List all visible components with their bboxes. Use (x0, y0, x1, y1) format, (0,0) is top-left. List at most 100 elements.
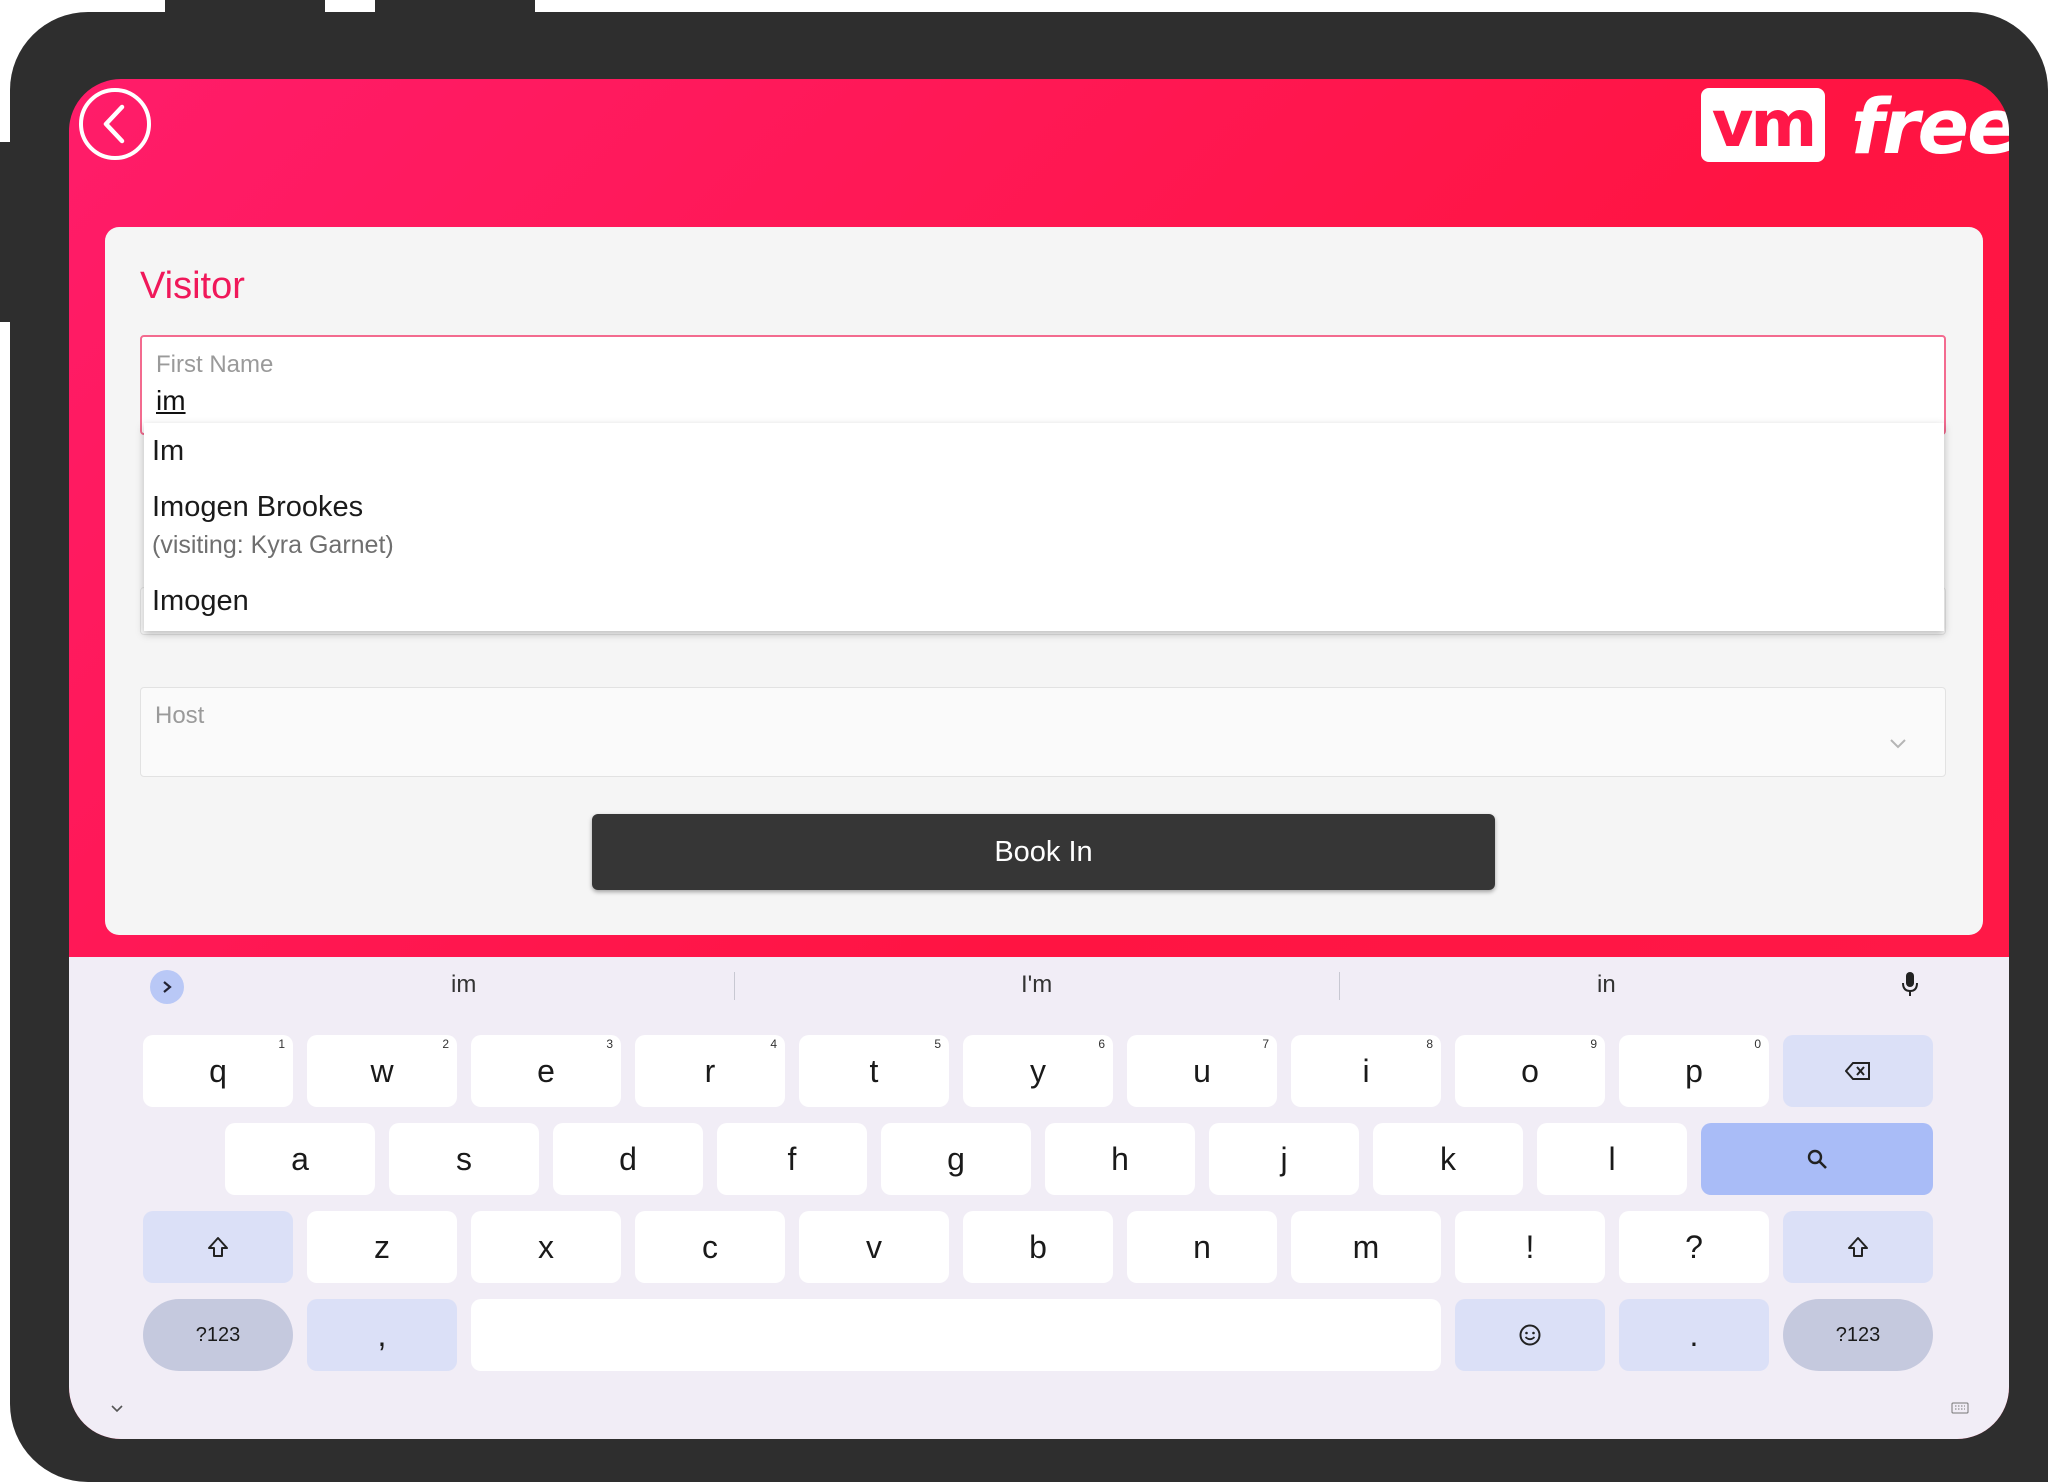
host-label: Host (155, 702, 205, 729)
key-label: p (1685, 1052, 1703, 1089)
key-label: g (947, 1140, 965, 1177)
comma-key[interactable]: , (307, 1299, 457, 1371)
backspace-icon (1845, 1062, 1870, 1080)
key-label: a (291, 1140, 309, 1177)
suggestion[interactable]: in (1597, 971, 1616, 999)
key[interactable]: i8 (1291, 1035, 1441, 1107)
key-label: b (1029, 1228, 1047, 1265)
book-in-button[interactable]: Book In (592, 814, 1495, 890)
app-screen: vm free Visitor First Name im Host Book … (69, 79, 2009, 1439)
key[interactable]: a (225, 1123, 375, 1195)
key-label: j (1280, 1140, 1288, 1177)
key[interactable]: z (307, 1211, 457, 1283)
key-label: r (704, 1052, 716, 1089)
key-number-hint: 8 (1426, 1037, 1433, 1051)
key-number-hint: 7 (1262, 1037, 1269, 1051)
key[interactable]: w2 (307, 1035, 457, 1107)
autocomplete-item[interactable]: Imogen Brookes (152, 491, 363, 524)
key-number-hint: 0 (1754, 1037, 1761, 1051)
key-number-hint: 5 (934, 1037, 941, 1051)
suggestion[interactable]: im (451, 971, 476, 999)
expand-toolbar-button[interactable] (150, 970, 184, 1004)
key[interactable]: f (717, 1123, 867, 1195)
period-key[interactable]: . (1619, 1299, 1769, 1371)
backspace-key[interactable] (1783, 1035, 1933, 1107)
back-button[interactable] (79, 88, 151, 160)
key[interactable]: n (1127, 1211, 1277, 1283)
autocomplete-item[interactable]: Im (152, 435, 184, 468)
key-label: z (374, 1228, 390, 1265)
key[interactable]: p0 (1619, 1035, 1769, 1107)
first-name-label: First Name (156, 351, 274, 378)
key[interactable]: u7 (1127, 1035, 1277, 1107)
key-number-hint: 4 (770, 1037, 777, 1051)
key[interactable]: l (1537, 1123, 1687, 1195)
key[interactable]: s (389, 1123, 539, 1195)
logo-badge: vm (1701, 88, 1825, 162)
key[interactable]: v (799, 1211, 949, 1283)
key-label: v (866, 1228, 882, 1265)
key[interactable]: t5 (799, 1035, 949, 1107)
keyboard-switch-icon[interactable] (1951, 1402, 1969, 1414)
search-key[interactable] (1701, 1123, 1933, 1195)
key-label: o (1521, 1052, 1539, 1089)
key[interactable]: b (963, 1211, 1113, 1283)
key[interactable]: e3 (471, 1035, 621, 1107)
vmfree-logo: vm free (1701, 82, 2009, 171)
key[interactable]: c (635, 1211, 785, 1283)
shift-key-left[interactable] (143, 1211, 293, 1283)
soft-keyboard: im I'm in q1w2e3r4t5y6u7i8o9p0 asdfghjkl (69, 957, 2009, 1439)
key[interactable]: ? (1619, 1211, 1769, 1283)
logo-word: free (1851, 82, 2009, 171)
key-label: s (456, 1140, 472, 1177)
key-label: i (1362, 1052, 1370, 1089)
key-label: c (702, 1228, 718, 1265)
host-field[interactable]: Host (140, 687, 1946, 777)
suggestion-divider (734, 972, 735, 1000)
first-name-value[interactable]: im (156, 385, 186, 417)
suggestion-divider (1339, 972, 1340, 1000)
hide-keyboard-icon[interactable] (109, 1404, 125, 1414)
key-label: l (1608, 1140, 1616, 1177)
autocomplete-item[interactable]: Imogen (152, 585, 249, 618)
key[interactable]: o9 (1455, 1035, 1605, 1107)
key[interactable]: g (881, 1123, 1031, 1195)
key-label: d (619, 1140, 637, 1177)
key-number-hint: 6 (1098, 1037, 1105, 1051)
key-number-hint: 9 (1590, 1037, 1597, 1051)
mic-icon[interactable] (1901, 971, 1919, 997)
shift-icon (1848, 1237, 1868, 1257)
key[interactable]: m (1291, 1211, 1441, 1283)
key[interactable]: j (1209, 1123, 1359, 1195)
key[interactable]: k (1373, 1123, 1523, 1195)
key-label: ? (1685, 1228, 1703, 1265)
tablet-frame: vm free Visitor First Name im Host Book … (0, 0, 2048, 1482)
key[interactable]: h (1045, 1123, 1195, 1195)
key-label: w (370, 1052, 394, 1089)
key[interactable]: q1 (143, 1035, 293, 1107)
symbols-key-left[interactable]: ?123 (143, 1299, 293, 1371)
key[interactable]: d (553, 1123, 703, 1195)
suggestion[interactable]: I'm (1021, 971, 1052, 999)
volume-button (165, 0, 325, 12)
key-label: f (787, 1140, 797, 1177)
key-label: x (538, 1228, 554, 1265)
shift-key-right[interactable] (1783, 1211, 1933, 1283)
emoji-key[interactable] (1455, 1299, 1605, 1371)
space-key[interactable] (471, 1299, 1441, 1371)
key[interactable]: r4 (635, 1035, 785, 1107)
chevron-left-icon (103, 104, 125, 144)
key[interactable]: x (471, 1211, 621, 1283)
key-label: ! (1525, 1228, 1535, 1265)
key-label: n (1193, 1228, 1211, 1265)
emoji-icon (1519, 1324, 1541, 1346)
shift-icon (208, 1237, 228, 1257)
key[interactable]: ! (1455, 1211, 1605, 1283)
key-number-hint: 3 (606, 1037, 613, 1051)
key-label: m (1352, 1228, 1380, 1265)
key[interactable]: y6 (963, 1035, 1113, 1107)
symbols-key-right[interactable]: ?123 (1783, 1299, 1933, 1371)
first-name-field[interactable]: First Name im (140, 335, 1946, 435)
side-button (0, 142, 10, 322)
autocomplete-item-detail: (visiting: Kyra Garnet) (152, 531, 394, 559)
